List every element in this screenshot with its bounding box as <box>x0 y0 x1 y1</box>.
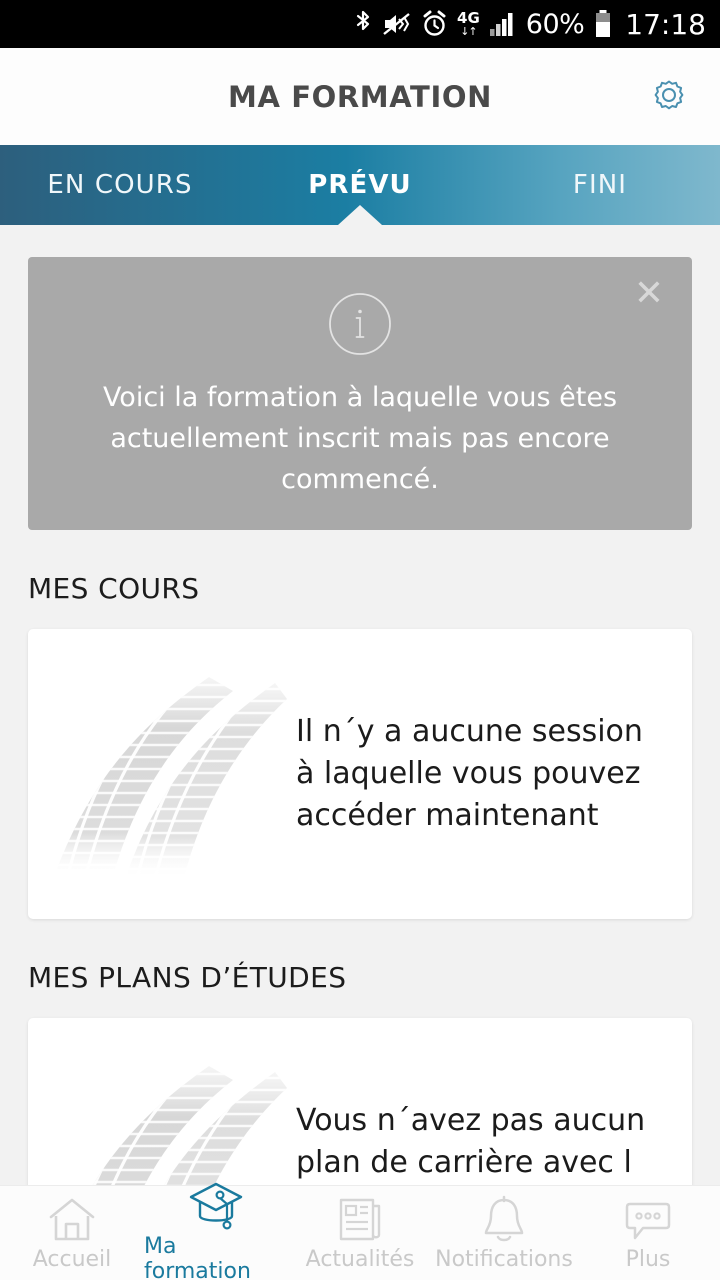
scroll-content[interactable]: ✕ Voici la formation à laquelle vous ête… <box>0 225 720 1185</box>
battery-icon <box>593 9 613 39</box>
mute-vibrate-icon <box>382 10 412 38</box>
network-4g-icon: 4G ↓↑ <box>457 9 480 38</box>
section-title-mes-plans: MES PLANS D’ÉTUDES <box>28 961 347 995</box>
gear-icon[interactable] <box>646 74 692 120</box>
card-mes-cours[interactable]: Il n´y a aucune session à laquelle vous … <box>28 629 692 920</box>
nav-item-actualites[interactable]: Actualités <box>288 1186 432 1280</box>
graduation-cap-icon <box>187 1182 245 1230</box>
nav-label-notifications: Notifications <box>435 1246 573 1272</box>
info-banner: ✕ Voici la formation à laquelle vous ête… <box>28 257 692 531</box>
tire-tracks-illustration <box>28 1058 296 1185</box>
newspaper-icon <box>335 1195 385 1243</box>
bell-icon <box>478 1195 530 1243</box>
nav-label-plus: Plus <box>625 1246 671 1272</box>
tab-fini[interactable]: FINI <box>480 170 720 200</box>
tab-prevu[interactable]: PRÉVU <box>240 170 480 200</box>
status-bar: 4G ↓↑ 60% 17:18 <box>0 0 720 48</box>
nav-item-plus[interactable]: Plus <box>576 1186 720 1280</box>
card-message-mes-cours: Il n´y a aucune session à laquelle vous … <box>296 714 643 834</box>
nav-item-ma-formation[interactable]: Ma formation <box>144 1182 288 1280</box>
data-arrows-icon: ↓↑ <box>460 25 477 38</box>
bluetooth-icon <box>353 9 373 39</box>
page-title: MA FORMATION <box>228 79 492 114</box>
active-tab-indicator <box>338 205 382 225</box>
app-screen: 4G ↓↑ 60% 17:18 MA FORMATION EN COURS PR… <box>0 0 720 1280</box>
close-icon[interactable]: ✕ <box>628 273 670 315</box>
bottom-navigation: Accueil Ma formation Actualités Notifica… <box>0 1182 720 1280</box>
nav-item-accueil[interactable]: Accueil <box>0 1186 144 1280</box>
info-circle-icon <box>58 291 662 357</box>
home-icon <box>46 1195 98 1243</box>
battery-percent-label: 60% <box>525 8 585 40</box>
nav-label-actualites: Actualités <box>305 1246 415 1272</box>
info-banner-text: Voici la formation à laquelle vous êtes … <box>102 382 618 496</box>
nav-item-notifications[interactable]: Notifications <box>432 1186 576 1280</box>
app-header: MA FORMATION <box>0 48 720 145</box>
tab-en-cours[interactable]: EN COURS <box>0 170 240 200</box>
more-bubble-icon <box>621 1195 675 1243</box>
tab-bar: EN COURS PRÉVU FINI <box>0 145 720 225</box>
card-mes-plans[interactable]: Vous n´avez pas aucun plan de carrière a… <box>28 1018 692 1185</box>
signal-bars-icon <box>489 11 517 37</box>
nav-label-accueil: Accueil <box>32 1246 112 1272</box>
network-4g-label: 4G <box>457 9 480 27</box>
section-title-mes-cours: MES COURS <box>28 572 200 606</box>
alarm-icon <box>421 10 448 38</box>
nav-label-ma-formation: Ma formation <box>144 1234 251 1280</box>
clock-label: 17:18 <box>625 7 706 41</box>
tire-tracks-illustration <box>28 669 296 879</box>
card-message-mes-plans: Vous n´avez pas aucun plan de carrière a… <box>296 1103 646 1181</box>
